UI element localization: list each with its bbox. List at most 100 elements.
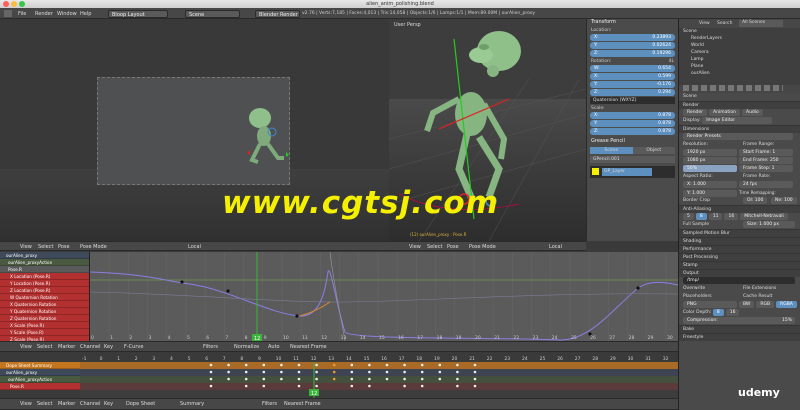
border-checkbox[interactable]: Border	[683, 198, 698, 203]
fcurve-handle[interactable]	[299, 301, 331, 317]
ds-marker-menu[interactable]: Marker	[58, 399, 75, 409]
output-title[interactable]: Output	[679, 269, 800, 277]
bw-button[interactable]: BW	[739, 301, 755, 308]
ds-keyframe[interactable]	[280, 370, 283, 374]
engine-selector[interactable]: Blender Render	[255, 10, 300, 18]
vp2-mode-select[interactable]: Pose Mode	[469, 242, 496, 252]
rotation-lock-label[interactable]: 4L	[669, 59, 674, 64]
freestyle-title[interactable]: Freestyle	[679, 333, 800, 341]
ds-keyframe[interactable]	[420, 370, 424, 374]
ds-keyframe[interactable]	[350, 363, 354, 367]
fps-select[interactable]: 24 fps	[739, 181, 793, 188]
ds-keyframe[interactable]	[403, 384, 406, 388]
vp1-orientation-select[interactable]: Local	[188, 242, 201, 252]
menu-help[interactable]: Help	[80, 10, 91, 18]
ds-keyframe[interactable]	[262, 384, 266, 388]
aa-title[interactable]: Anti-Aliasing	[679, 205, 800, 213]
ds-keyframe[interactable]	[209, 363, 213, 367]
ds-keyframe[interactable]	[262, 363, 266, 367]
res-y-field[interactable]: 1080 px	[683, 157, 737, 164]
rgb-button[interactable]: RGB	[756, 301, 775, 308]
aspect-y-field[interactable]: Y: 1.000	[683, 190, 737, 197]
minimize-icon[interactable]	[11, 1, 17, 7]
channel-action[interactable]: ourAlien_proxyAction	[0, 259, 89, 266]
end-frame-field[interactable]: End Frame: 250	[739, 157, 793, 164]
ds-keyframe[interactable]	[209, 384, 213, 388]
ds-keyframe[interactable]	[209, 377, 213, 381]
normalize-checkbox[interactable]: Normalize	[234, 342, 259, 352]
ds-key-menu[interactable]: Key	[104, 399, 113, 409]
ds-keyframe[interactable]	[280, 377, 283, 381]
fcurve[interactable]	[89, 270, 679, 341]
ds-keyframe[interactable]	[473, 377, 477, 381]
outliner-item-renderlayers[interactable]: RenderLayers	[679, 35, 800, 42]
ds-keyframe[interactable]	[297, 370, 301, 374]
old-field[interactable]: Ol: 100	[743, 197, 768, 204]
graph-mode-select[interactable]: F-Curve	[124, 342, 143, 352]
ds-keyframe[interactable]	[368, 363, 371, 367]
menu-file[interactable]: File	[18, 10, 26, 18]
outliner-item-ouralien[interactable]: ourAlien	[679, 70, 800, 77]
outliner-view-menu[interactable]: View	[699, 21, 710, 26]
ds-view-menu[interactable]: View	[20, 399, 32, 409]
ds-keyframe[interactable]	[456, 370, 459, 374]
depth-8-button[interactable]: 8	[712, 309, 724, 316]
new-field[interactable]: Ne: 100	[771, 197, 797, 204]
vp2-pose-menu[interactable]: Pose	[447, 242, 459, 252]
ds-keyframe[interactable]	[262, 370, 266, 374]
keyframe[interactable]	[295, 314, 299, 318]
scene-selector[interactable]: Scene	[185, 10, 240, 18]
ds-object[interactable]: ourAlien_proxy	[0, 369, 80, 376]
close-icon[interactable]	[3, 1, 9, 7]
ds-keyframe[interactable]	[438, 370, 442, 374]
keyframe[interactable]	[180, 280, 184, 284]
keyframe[interactable]	[636, 286, 640, 290]
compression-field[interactable]: Compression: 15%	[683, 317, 795, 324]
layout-selector[interactable]: Bloop Layout	[108, 10, 168, 18]
ds-summary-toggle[interactable]: Summary	[180, 399, 204, 409]
ds-keyframe[interactable]	[473, 363, 477, 367]
gp-datablock[interactable]: GPencil.001	[590, 156, 675, 163]
ds-keyframe[interactable]	[297, 377, 301, 381]
res-x-field[interactable]: 1920 px	[683, 149, 737, 156]
full-sample-checkbox[interactable]: Full Sample	[683, 222, 709, 227]
frame-step-field[interactable]: Frame Step: 1	[739, 165, 793, 172]
ds-keyframe[interactable]	[420, 384, 424, 388]
ds-keyframe[interactable]	[368, 384, 371, 388]
placeholders-checkbox[interactable]: Placeholders	[683, 294, 712, 299]
location-y-field[interactable]: Y: 0.02624	[590, 42, 675, 49]
ds-keyframe[interactable]	[420, 377, 424, 381]
ds-keyframe[interactable]	[315, 370, 318, 374]
menu-window[interactable]: Window	[57, 10, 77, 18]
scale-z-field[interactable]: Z: 0.878	[590, 128, 675, 135]
ds-keyframe[interactable]	[403, 370, 406, 374]
outliner-item-lamp[interactable]: Lamp	[679, 56, 800, 63]
editor-type-icon[interactable]	[4, 10, 12, 17]
audio-button[interactable]: Audio	[741, 109, 763, 116]
ds-keyframe[interactable]	[456, 377, 459, 381]
post-processing-title[interactable]: Post Processing	[679, 253, 800, 261]
ds-keyframe[interactable]	[350, 384, 354, 388]
rotation-z-field[interactable]: Z: 0.294	[590, 89, 675, 96]
channel-fcurve[interactable]: Z Quaternion Rotation	[0, 315, 89, 322]
vp2-view-menu[interactable]: View	[409, 242, 421, 252]
rotation-mode-select[interactable]: Quaternion (WXYZ)	[590, 97, 675, 104]
rgba-button[interactable]: RGBA	[776, 301, 797, 308]
ds-keyframe[interactable]	[315, 384, 318, 388]
graph-marker-menu[interactable]: Marker	[58, 342, 75, 352]
graph-canvas[interactable]: 12 0 1 2 3 4 5 6 7 8 9 10 11 12 13 14 15 16 17 18 19 20 21 22 2…	[89, 251, 679, 342]
ds-keyframe[interactable]	[368, 377, 371, 381]
gp-tab-object[interactable]: Object	[632, 147, 675, 154]
channel-group[interactable]: Pose.R	[0, 266, 89, 273]
overwrite-checkbox[interactable]: Overwrite	[683, 286, 705, 291]
graph-filters-button[interactable]: Filters	[203, 342, 218, 352]
channel-fcurve[interactable]: Y Quaternion Rotation	[0, 308, 89, 315]
ds-keyframe[interactable]	[227, 363, 230, 367]
ds-keyframe[interactable]	[473, 384, 477, 388]
file-ext-checkbox[interactable]: File Extensions	[743, 285, 776, 293]
vp1-select-menu[interactable]: Select	[38, 242, 53, 252]
ds-channel-menu[interactable]: Channel	[80, 399, 101, 409]
vp2-orientation-select[interactable]: Local	[549, 242, 562, 252]
menu-render[interactable]: Render	[35, 10, 53, 18]
aa-11[interactable]: 11	[708, 213, 723, 220]
